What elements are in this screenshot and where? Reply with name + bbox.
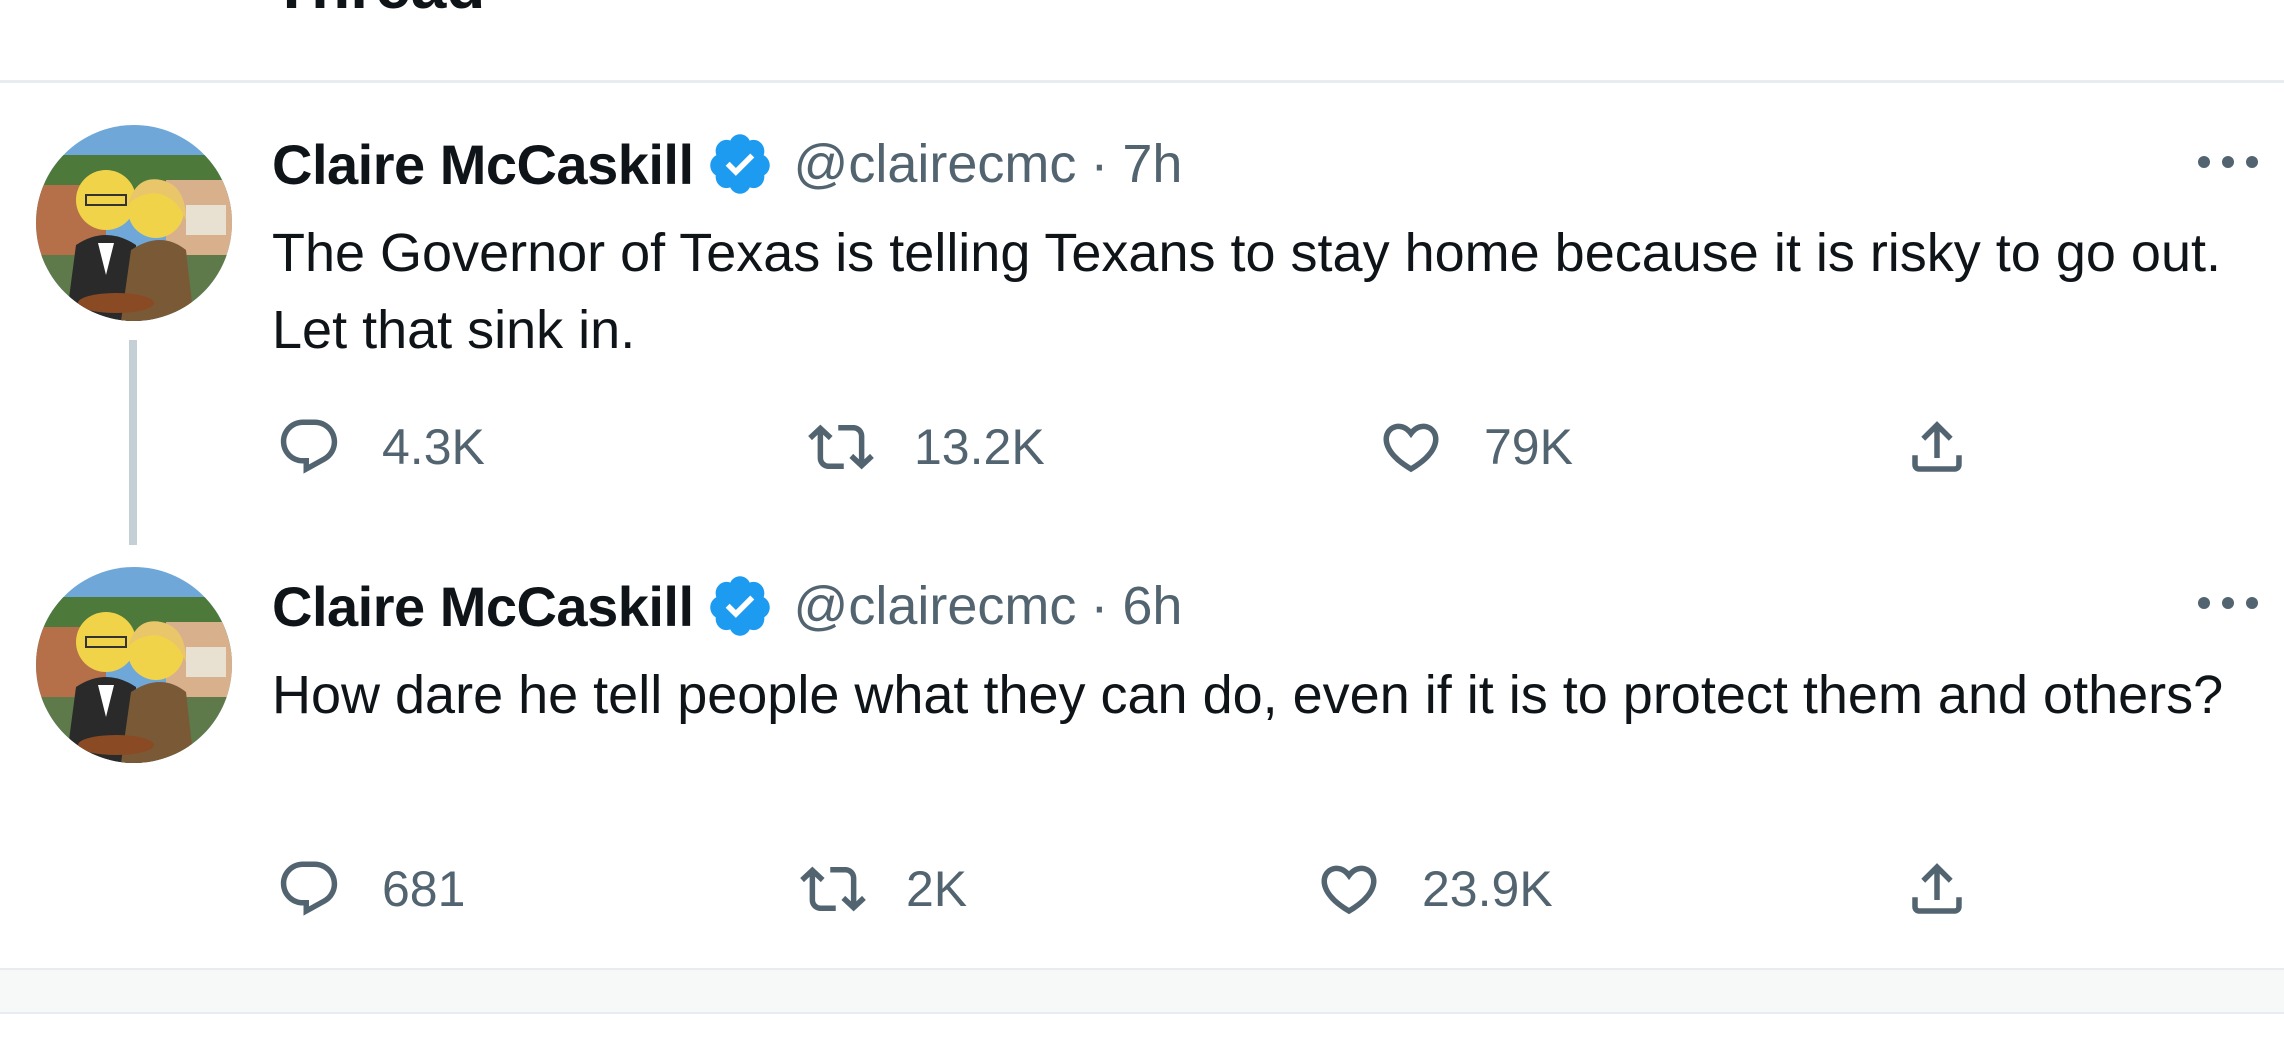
author-handle[interactable]: @clairecmc [794,575,1077,637]
next-section [0,1014,2284,1048]
retweet-icon [800,866,866,912]
avatar[interactable] [36,125,232,321]
retweet-icon [808,424,874,470]
tweet-header: Claire McCaskill @clairecmc · 7h [272,129,1182,199]
reply-button[interactable]: 681 [276,849,465,929]
tweet-text: The Governor of Texas is telling Texans … [272,223,2221,360]
thread-header: Thread [0,0,2284,83]
tweet[interactable]: Claire McCaskill @clairecmc · 7h The Gov… [0,85,2284,545]
author-name[interactable]: Claire McCaskill [272,574,694,639]
tweet-actions: 681 2K 23.9K [272,849,2262,929]
more-options-icon[interactable] [2196,152,2260,172]
reply-icon [280,419,338,474]
like-button[interactable]: 79K [1378,407,1573,487]
tweet-time[interactable]: 7h [1122,133,1182,195]
avatar[interactable] [36,567,232,763]
share-icon [1912,421,1962,472]
retweet-count: 13.2K [914,419,1045,475]
reply-count: 681 [382,861,466,917]
meta-separator: · [1090,134,1109,194]
retweet-button[interactable]: 2K [800,849,967,929]
tweet-time[interactable]: 6h [1122,575,1182,637]
retweet-button[interactable]: 13.2K [808,407,1045,487]
retweet-count: 2K [906,861,968,917]
verified-badge-icon [709,576,770,636]
share-button[interactable] [1904,849,1970,929]
section-divider [0,968,2284,1014]
arrow-left-icon[interactable] [78,0,118,2]
avatar-image [36,567,232,763]
like-count: 79K [1484,419,1573,475]
share-button[interactable] [1904,407,1970,487]
heart-icon [1321,865,1377,915]
verified-badge-icon [709,134,770,194]
more-options-icon[interactable] [2196,593,2260,613]
author-name[interactable]: Claire McCaskill [272,132,694,197]
heart-icon [1383,423,1439,473]
like-count: 23.9K [1422,861,1553,917]
like-button[interactable]: 23.9K [1316,849,1553,929]
avatar-image [36,125,232,321]
reply-count: 4.3K [382,419,485,475]
tweet[interactable]: Claire McCaskill @clairecmc · 6h How dar… [0,548,2284,968]
reply-icon [280,861,338,916]
page-title: Thread [272,0,485,18]
tweet-header: Claire McCaskill @clairecmc · 6h [272,571,1182,641]
meta-separator: · [1090,576,1109,636]
author-handle[interactable]: @clairecmc [794,133,1077,195]
tweet-text: How dare he tell people what they can do… [272,665,2224,725]
share-icon [1912,863,1962,914]
thread-connector-line [129,340,137,545]
reply-button[interactable]: 4.3K [276,407,485,487]
tweet-actions: 4.3K 13.2K 79K [272,407,2262,487]
